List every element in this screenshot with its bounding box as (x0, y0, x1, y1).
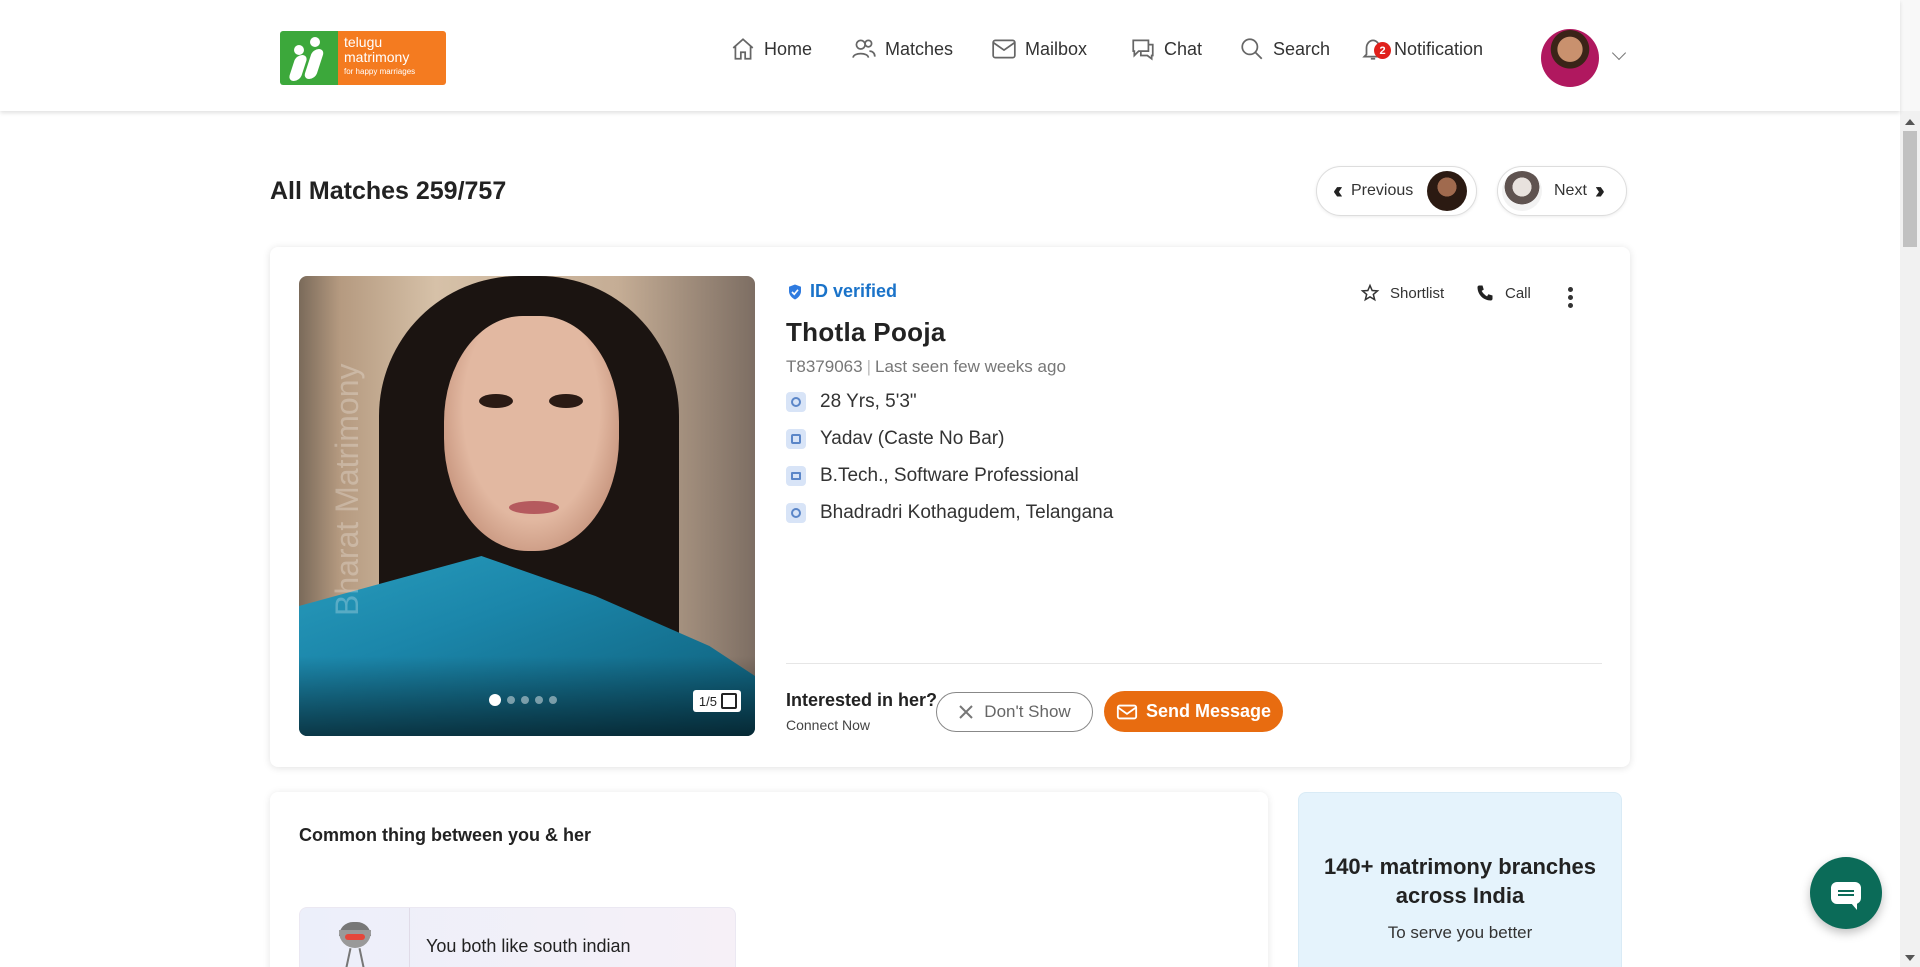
chevron-down-icon[interactable] (1611, 45, 1627, 61)
branches-promo-card: 140+ matrimony branches across India To … (1298, 792, 1622, 967)
carousel-dot[interactable] (549, 696, 557, 704)
close-icon (959, 705, 974, 719)
shortlist-label: Shortlist (1390, 284, 1445, 302)
nav-chat-label: Chat (1164, 38, 1203, 59)
nav-notification[interactable]: 2 Notification (1360, 36, 1483, 62)
profile-card: Bharat Matrimony 1/5 ID verified Thotla … (270, 247, 1630, 767)
community-icon (786, 429, 806, 449)
page-title: All Matches 259/757 (270, 177, 507, 205)
chat-icon (1132, 39, 1154, 61)
scroll-up-arrow-icon[interactable] (1905, 119, 1915, 125)
logo-text: telugu matrimony for happy marriages (338, 31, 446, 85)
star-icon (1360, 283, 1380, 302)
double-chevron-right-icon: ›› (1594, 177, 1605, 204)
dont-show-button[interactable]: Don't Show (936, 692, 1093, 732)
nav-home[interactable]: Home (730, 36, 812, 62)
verified-shield-icon (789, 284, 801, 299)
briefcase-icon (786, 466, 806, 486)
info-age-height: 28 Yrs, 5'3" (786, 391, 917, 413)
info-location: Bhadradri Kothagudem, Telangana (786, 502, 1113, 524)
page-content: All Matches 259/757 ‹‹ Previous Next ›› … (0, 111, 1900, 967)
call-button[interactable]: Call (1475, 283, 1531, 303)
next-profile-button[interactable]: Next ›› (1497, 166, 1627, 216)
mail-icon (992, 39, 1016, 59)
barbecue-grill-icon (335, 922, 375, 967)
nav-chat[interactable]: Chat (1130, 36, 1202, 62)
top-header: telugu matrimony for happy marriages Hom… (0, 0, 1900, 111)
logo-tagline: for happy marriages (344, 66, 416, 76)
phone-icon (1477, 285, 1493, 301)
scroll-down-arrow-icon[interactable] (1905, 955, 1915, 961)
send-message-label: Send Message (1145, 701, 1272, 721)
scroll-thumb[interactable] (1903, 131, 1917, 247)
nav-search-label: Search (1273, 38, 1331, 59)
education-value: B.Tech., Software Professional (820, 465, 1079, 486)
gallery-icon (721, 693, 737, 709)
chat-bubble-icon (1831, 882, 1861, 910)
shortlist-button[interactable]: Shortlist (1360, 283, 1444, 303)
caste-value: Yadav (Caste No Bar) (820, 428, 1005, 449)
logo-figure-mark (280, 31, 338, 85)
location-value: Bhadradri Kothagudem, Telangana (820, 502, 1114, 523)
carousel-dot[interactable] (535, 696, 543, 704)
page-scrollbar[interactable] (1900, 111, 1920, 967)
home-icon (732, 38, 754, 60)
nav-matches[interactable]: Matches (851, 36, 953, 62)
notification-count-badge: 2 (1374, 42, 1391, 59)
nav-search[interactable]: Search (1239, 36, 1330, 62)
interest-question: Interested in her? (786, 690, 938, 710)
age-height-value: 28 Yrs, 5'3" (820, 391, 917, 412)
branches-title: 140+ matrimony branches across India (1323, 854, 1597, 908)
photo-count-badge[interactable]: 1/5 (692, 690, 741, 712)
location-pin-icon (786, 503, 806, 523)
common-interest-icon-box (300, 908, 410, 967)
logo-line1: telugu (344, 34, 383, 50)
more-options-icon[interactable] (1568, 287, 1573, 308)
previous-profile-button[interactable]: ‹‹ Previous (1316, 166, 1477, 216)
previous-profile-avatar (1427, 171, 1468, 211)
mail-icon (1116, 704, 1138, 719)
nav-mailbox-label: Mailbox (1025, 38, 1088, 59)
previous-label: Previous (1350, 182, 1414, 199)
support-chat-button[interactable] (1810, 857, 1882, 929)
info-education: B.Tech., Software Professional (786, 465, 1079, 487)
nav-mailbox[interactable]: Mailbox (991, 36, 1087, 62)
id-verified-label: ID verified (810, 281, 898, 301)
profile-meta: T8379063 | Last seen few weeks ago (786, 357, 1066, 376)
nav-matches-label: Matches (885, 38, 954, 59)
common-things-title: Common thing between you & her (299, 825, 592, 845)
profile-id: T8379063 (786, 357, 863, 376)
profile-name: Thotla Pooja (786, 317, 946, 347)
common-things-card: Common thing between you & her You both … (270, 792, 1268, 967)
call-label: Call (1505, 284, 1531, 302)
branches-subtitle: To serve you better (1387, 923, 1533, 942)
send-message-button[interactable]: Send Message (1104, 691, 1283, 732)
photo-watermark: Bharat Matrimony (329, 363, 365, 616)
telugu-matrimony-logo[interactable]: telugu matrimony for happy marriages (280, 31, 446, 85)
last-seen: Last seen few weeks ago (875, 357, 1066, 376)
info-caste: Yadav (Caste No Bar) (786, 428, 1004, 450)
photo-carousel-dots[interactable] (489, 694, 557, 706)
user-avatar[interactable] (1541, 29, 1599, 87)
nav-home-label: Home (764, 38, 813, 59)
profile-photo[interactable]: Bharat Matrimony 1/5 (299, 276, 755, 736)
common-interest-text: You both like south indian (426, 936, 631, 956)
next-profile-avatar (1502, 171, 1542, 211)
next-label: Next (1554, 182, 1587, 199)
carousel-dot[interactable] (489, 694, 501, 706)
double-chevron-left-icon: ‹‹ (1333, 177, 1343, 204)
photo-count-text: 1/5 (698, 693, 717, 709)
carousel-dot[interactable] (507, 696, 515, 704)
nav-notification-label: Notification (1394, 38, 1484, 59)
common-interest-item: You both like south indian (299, 907, 736, 967)
dont-show-label: Don't Show (984, 702, 1071, 721)
id-verified-badge: ID verified (786, 281, 897, 302)
card-divider (786, 663, 1602, 664)
users-icon (852, 39, 876, 58)
logo-line2: matrimony (344, 49, 410, 66)
carousel-dot[interactable] (521, 696, 529, 704)
interest-subtext: Connect Now (786, 717, 871, 733)
age-icon (786, 392, 806, 412)
search-icon (1241, 38, 1263, 60)
